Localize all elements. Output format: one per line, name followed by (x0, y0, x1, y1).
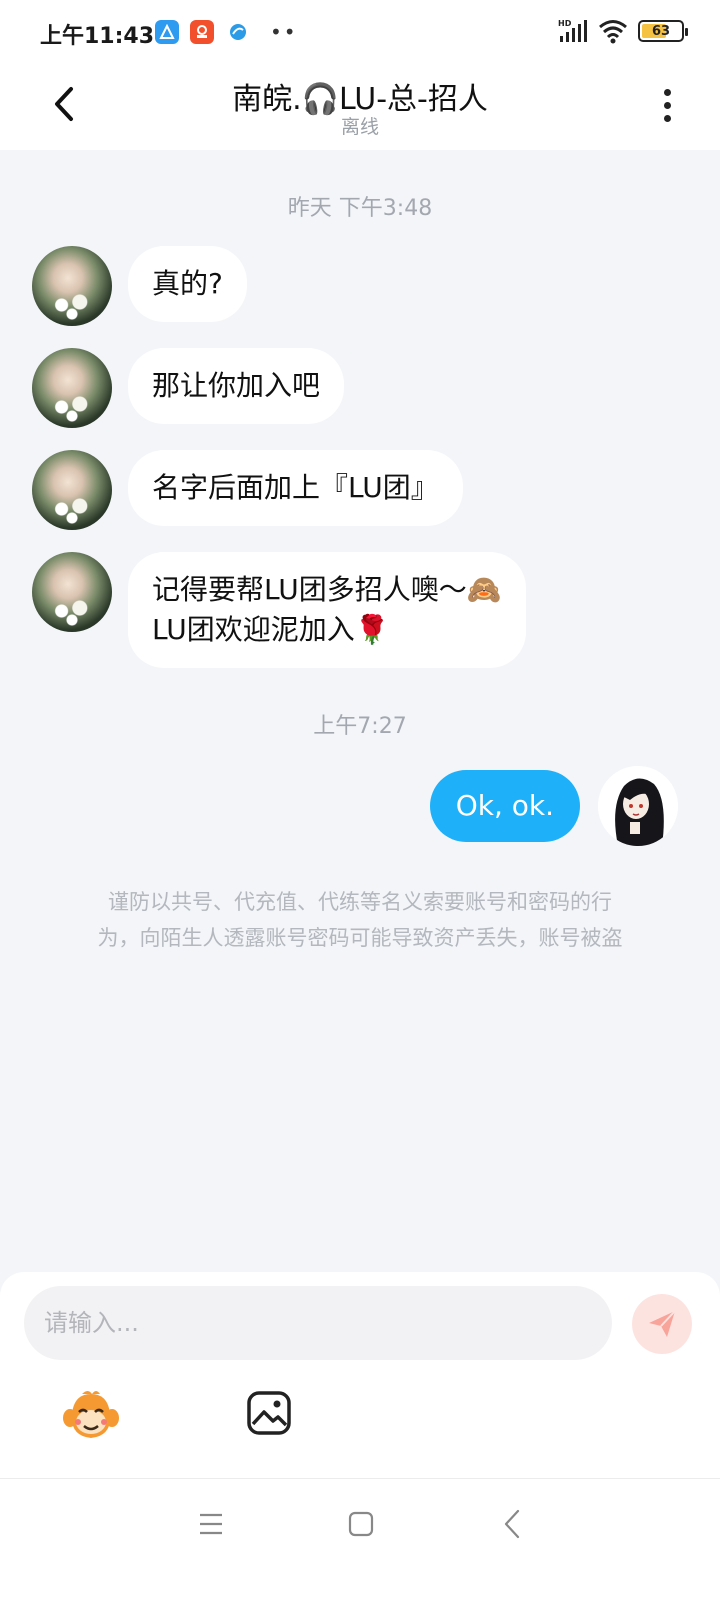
warning-line: 为，向陌生人透露账号密码可能导致资产丢失，账号被盗 (97, 926, 623, 950)
send-button[interactable] (632, 1294, 692, 1354)
message-row-incoming: 记得要帮LU团多招人噢～🙈 LU团欢迎泥加入🌹 (32, 552, 526, 668)
security-warning: 谨防以共号、代充值、代练等名义索要账号和密码的行 为，向陌生人透露账号密码可能导… (60, 884, 660, 956)
more-dot (663, 101, 671, 109)
hd-signal-icon: HD (558, 19, 587, 42)
system-nav-bar (0, 1478, 720, 1600)
battery-level: 63 (651, 23, 671, 39)
more-dot (663, 88, 671, 96)
contact-avatar[interactable] (32, 552, 112, 632)
warning-line: 谨防以共号、代充值、代练等名义索要账号和密码的行 (108, 890, 612, 914)
menu-icon[interactable] (196, 1509, 226, 1539)
back-chevron-icon[interactable] (498, 1507, 528, 1541)
contact-avatar[interactable] (32, 348, 112, 428)
message-bubble[interactable]: 那让你加入吧 (128, 348, 345, 424)
message-bubble[interactable]: 真的? (128, 246, 247, 322)
contact-avatar[interactable] (32, 246, 112, 326)
paper-plane-icon (649, 1310, 676, 1337)
status-bar: 上午11:43 •• HD 63 (0, 0, 720, 68)
message-bubble[interactable]: 记得要帮LU团多招人噢～🙈 LU团欢迎泥加入🌹 (128, 552, 526, 668)
message-row-incoming: 名字后面加上『LU团』 (32, 450, 463, 530)
monkey-face-icon (63, 1391, 119, 1438)
blue-a-app-icon (155, 20, 179, 44)
status-time: 上午11:43 (40, 24, 155, 49)
wifi-icon (599, 20, 627, 44)
more-dot (663, 114, 671, 122)
message-bubble[interactable]: 名字后面加上『LU团』 (128, 450, 463, 526)
message-row-incoming: 真的? (32, 246, 247, 326)
input-area (0, 1272, 720, 1478)
image-button[interactable] (246, 1390, 292, 1436)
message-line: 记得要帮LU团多招人噢～🙈 (152, 573, 502, 606)
message-row-incoming: 那让你加入吧 (32, 348, 345, 428)
battery-icon: 63 (638, 20, 688, 42)
emoji-button[interactable] (62, 1388, 120, 1442)
orange-app-icon (190, 20, 214, 44)
more-options-button[interactable] (652, 80, 682, 130)
online-status: 离线 (340, 116, 379, 138)
message-input[interactable] (24, 1286, 612, 1360)
image-icon (247, 1391, 291, 1435)
message-bubble-outgoing[interactable]: Ok, ok. (429, 770, 580, 842)
chat-header: 南皖.🎧LU-总-招人 离线 (0, 68, 720, 150)
my-avatar[interactable] (598, 766, 678, 846)
message-timestamp: 昨天 下午3:48 (287, 196, 433, 221)
blue-bird-app-icon (226, 20, 250, 44)
message-row-outgoing: Ok, ok. (429, 766, 678, 846)
message-line: LU团欢迎泥加入🌹 (152, 613, 390, 646)
svg-text:HD: HD (558, 19, 572, 28)
more-dots-icon: •• (270, 20, 298, 44)
girl-avatar-icon (598, 766, 678, 846)
contact-avatar[interactable] (32, 450, 112, 530)
home-square-icon[interactable] (346, 1509, 376, 1539)
message-timestamp: 上午7:27 (313, 714, 407, 739)
